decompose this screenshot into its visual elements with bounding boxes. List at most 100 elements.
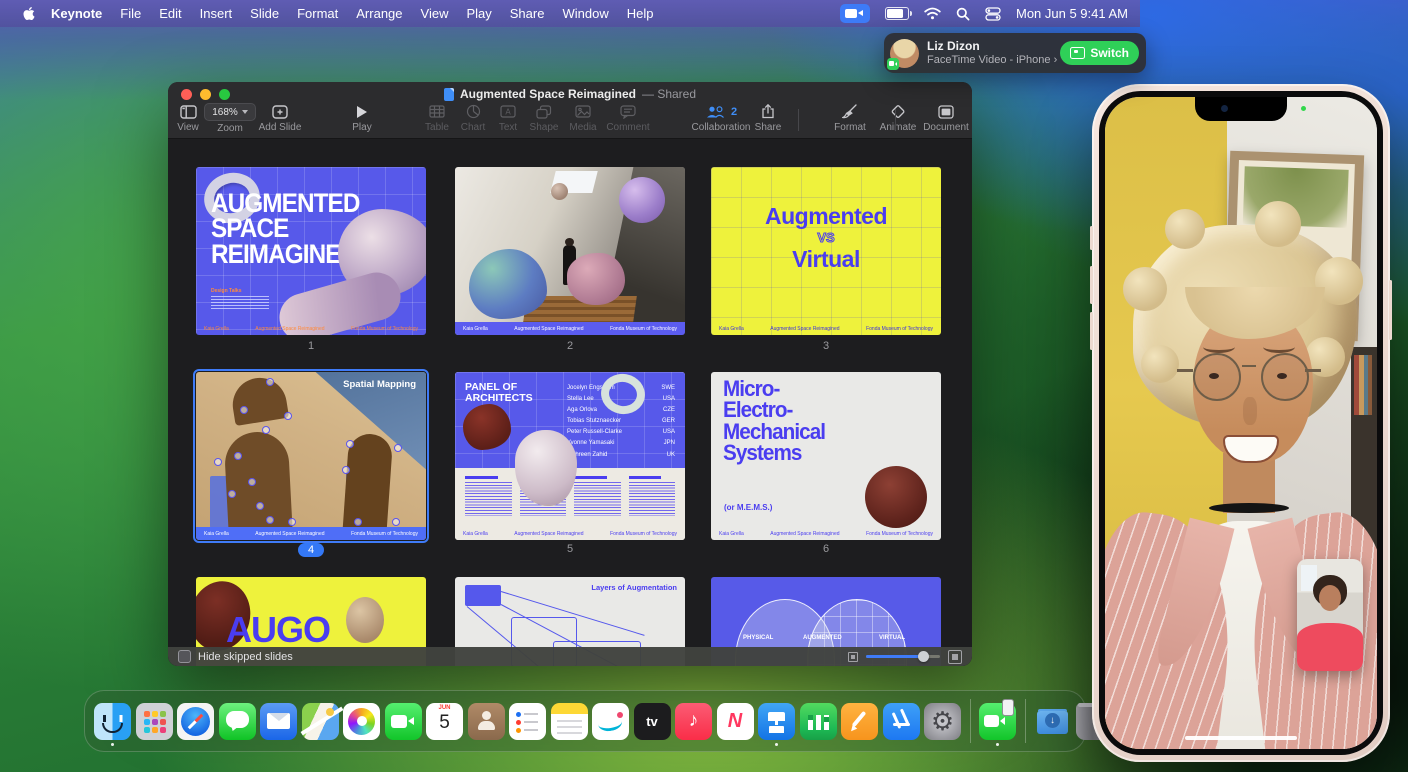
menu-bar-clock[interactable]: Mon Jun 5 9:41 AM (1016, 6, 1128, 21)
apple-menu-icon[interactable] (16, 6, 42, 21)
dock-messages-icon[interactable] (219, 703, 256, 740)
slide-thumbnail-4-selected[interactable]: Spatial Mapping Kaia Grella Augmented Sp… (196, 372, 426, 540)
slide-thumbnail-2[interactable]: Kaia Grella Augmented Space Reimagined F… (455, 167, 685, 335)
dock-facetime-iphone-continuity-icon[interactable] (979, 703, 1016, 740)
eye (1277, 373, 1287, 379)
dock-maps-icon[interactable] (302, 703, 339, 740)
dock-system-settings-icon[interactable] (924, 703, 961, 740)
dock-separator (970, 699, 971, 743)
spotlight-search-icon[interactable] (956, 7, 970, 21)
slide-number-5: 5 (455, 543, 685, 555)
add-slide-icon (272, 103, 288, 120)
menu-edit[interactable]: Edit (150, 6, 190, 21)
slide-thumbnail-6[interactable]: Micro- Electro- Mechanical Systems (or M… (711, 372, 941, 540)
dock-appletv-icon[interactable]: tv (634, 703, 671, 740)
comment-button[interactable]: Comment (586, 103, 670, 133)
dock-photos-icon[interactable] (343, 703, 380, 740)
dock-keynote-icon[interactable] (758, 703, 795, 740)
menu-app-name[interactable]: Keynote (42, 6, 111, 21)
menu-window[interactable]: Window (553, 6, 617, 21)
sphere-3d-shape (551, 183, 568, 200)
slide-thumbnail-3[interactable]: Augmented VS Virtual Kaia Grella Augment… (711, 167, 941, 335)
hide-skipped-slides-checkbox[interactable] (178, 650, 191, 663)
battery-icon[interactable] (885, 7, 909, 20)
control-center-icon[interactable] (985, 7, 1001, 21)
dock-notes-icon[interactable] (551, 703, 588, 740)
window-chrome: Augmented Space Reimagined — Shared View… (168, 82, 972, 139)
iphone-badge-icon (1002, 699, 1014, 716)
menu-insert[interactable]: Insert (191, 6, 242, 21)
dock-freeform-icon[interactable] (592, 703, 629, 740)
thumbnail-size-large-icon[interactable] (948, 650, 962, 664)
slide-thumbnail-1[interactable]: AUGMENTED SPACE REIMAGINED Design Talks … (196, 167, 426, 335)
play-button[interactable]: Play (320, 103, 404, 133)
venn-label: PHYSICAL (743, 635, 773, 641)
sphere-3d-shape (865, 466, 927, 528)
menu-play[interactable]: Play (457, 6, 500, 21)
menu-bar-left: Keynote File Edit Insert Slide Format Ar… (0, 6, 662, 21)
add-slide-button[interactable]: Add Slide (238, 103, 322, 133)
screen-camera-indicator-icon[interactable] (840, 4, 870, 23)
slide-footer: Kaia Grella Augmented Space Reimagined F… (719, 531, 933, 537)
arch-shadow (223, 430, 292, 531)
dock-news-icon[interactable] (717, 703, 754, 740)
dock-appstore-icon[interactable] (883, 703, 920, 740)
eyebrow (1203, 341, 1235, 353)
iphone-power-button (1389, 280, 1392, 340)
facetime-pip-self-view[interactable] (1297, 559, 1363, 671)
facetime-handoff-notification[interactable]: Liz Dizon FaceTime Video - iPhone › Swit… (884, 33, 1146, 73)
slide6-title: Micro- Electro- Mechanical Systems (723, 378, 825, 463)
thumbnail-size-slider[interactable] (866, 651, 940, 662)
switch-button[interactable]: Switch (1060, 41, 1139, 65)
menu-slide[interactable]: Slide (241, 6, 288, 21)
notification-text: Liz Dizon FaceTime Video - iPhone › (927, 39, 1052, 67)
blob-3d-shape (469, 249, 547, 319)
dock-downloads-folder-icon[interactable] (1034, 703, 1071, 740)
dock-safari-icon[interactable] (177, 703, 214, 740)
dock-pages-icon[interactable] (841, 703, 878, 740)
eye (1209, 373, 1219, 379)
document-button[interactable]: Document (904, 103, 972, 133)
iphone-mute-switch (1090, 226, 1093, 250)
menu-share[interactable]: Share (501, 6, 554, 21)
menu-format[interactable]: Format (288, 6, 347, 21)
dock-calendar-icon[interactable]: JUN 5 (426, 703, 463, 740)
menu-view[interactable]: View (412, 6, 458, 21)
menu-file[interactable]: File (111, 6, 150, 21)
pip-person-face (1319, 585, 1341, 611)
dock-facetime-icon[interactable] (385, 703, 422, 740)
dock-launchpad-icon[interactable] (136, 703, 173, 740)
menu-bar: Keynote File Edit Insert Slide Format Ar… (0, 0, 1140, 27)
menu-help[interactable]: Help (618, 6, 663, 21)
dock-separator (1025, 699, 1026, 743)
slide5-title: PANEL OF ARCHITECTS (465, 382, 533, 404)
document-proxy-icon[interactable] (444, 88, 454, 101)
dock-music-icon[interactable] (675, 703, 712, 740)
slider-knob[interactable] (918, 651, 929, 662)
slide-footer: Kaia Grella Augmented Space Reimagined F… (204, 326, 418, 332)
slide6-subtitle: (or M.E.M.S.) (724, 503, 772, 512)
slide3-title: Augmented VS Virtual (711, 203, 941, 273)
slide-number-2: 2 (455, 340, 685, 352)
wifi-icon[interactable] (924, 7, 941, 20)
arch-shadow (229, 374, 289, 426)
home-indicator[interactable] (1185, 736, 1297, 741)
dock-reminders-icon[interactable] (509, 703, 546, 740)
tube-3d-shape (274, 267, 406, 335)
thumbnail-size-small-icon[interactable] (848, 652, 858, 662)
dock-finder-icon[interactable] (94, 703, 131, 740)
chevron-right-icon: › (1054, 54, 1058, 66)
notification-title: Liz Dizon (927, 39, 1052, 53)
share-icon (761, 103, 775, 120)
blob-3d-shape (567, 253, 625, 305)
dock-numbers-icon[interactable] (800, 703, 837, 740)
menu-arrange[interactable]: Arrange (347, 6, 411, 21)
dock-contacts-icon[interactable] (468, 703, 505, 740)
blob-3d-shape (515, 430, 577, 506)
iphone-screen (1105, 97, 1377, 749)
slide-thumbnail-5[interactable]: PANEL OF ARCHITECTS Jocelyn EngstromSWE … (455, 372, 685, 540)
slide-footer: Kaia Grella Augmented Space Reimagined F… (204, 531, 418, 537)
nose (1243, 397, 1257, 425)
hide-skipped-slides-label: Hide skipped slides (198, 651, 293, 663)
dock-mail-icon[interactable] (260, 703, 297, 740)
